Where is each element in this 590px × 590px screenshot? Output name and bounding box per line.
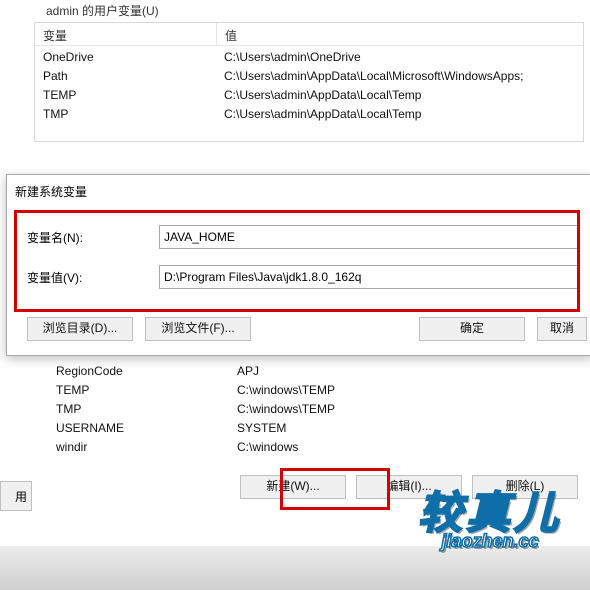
logo-cn: 较真儿 (394, 492, 586, 536)
table-row[interactable]: RegionCodeAPJ (48, 362, 568, 381)
table-row[interactable]: TEMPC:\windows\TEMP (48, 381, 568, 400)
var-name-input[interactable] (159, 225, 579, 249)
cell-name: TMP (35, 105, 216, 124)
cell-name: RegionCode (48, 362, 229, 381)
table-row[interactable]: TMPC:\windows\TEMP (48, 400, 568, 419)
cell-name: Path (35, 67, 216, 86)
cell-value: C:\Users\admin\OneDrive (216, 48, 583, 67)
new-button[interactable]: 新建(W)... (240, 475, 346, 499)
table-row[interactable]: windirC:\windows (48, 438, 568, 457)
cell-value: C:\Users\admin\AppData\Local\Temp (216, 86, 583, 105)
cell-value: C:\windows (229, 438, 568, 457)
table-row[interactable]: TEMPC:\Users\admin\AppData\Local\Temp (35, 86, 583, 105)
table-row[interactable]: TMPC:\Users\admin\AppData\Local\Temp (35, 105, 583, 124)
table-row[interactable]: OneDriveC:\Users\admin\OneDrive (35, 48, 583, 67)
table-row[interactable]: USERNAMESYSTEM (48, 419, 568, 438)
var-name-label: 变量名(N): (7, 229, 159, 246)
browse-dir-button[interactable]: 浏览目录(D)... (27, 317, 133, 341)
new-system-variable-dialog: 新建系统变量 变量名(N): 变量值(V): 浏览目录(D)... 浏览文件(F… (6, 174, 590, 356)
cancel-button[interactable]: 取消 (537, 317, 587, 341)
var-value-label: 变量值(V): (7, 269, 159, 286)
var-value-input[interactable] (159, 265, 579, 289)
cell-name: TMP (48, 400, 229, 419)
cell-name: USERNAME (48, 419, 229, 438)
browse-file-button[interactable]: 浏览文件(F)... (145, 317, 251, 341)
cell-name: TEMP (48, 381, 229, 400)
cell-name: OneDrive (35, 48, 216, 67)
cell-value: C:\windows\TEMP (229, 400, 568, 419)
user-vars-title: admin 的用户变量(U) (42, 2, 163, 19)
system-vars-body: RegionCodeAPJTEMPC:\windows\TEMPTMPC:\wi… (48, 362, 568, 457)
cell-name: TEMP (35, 86, 216, 105)
table-row[interactable]: PathC:\Users\admin\AppData\Local\Microso… (35, 67, 583, 86)
cell-value: C:\Users\admin\AppData\Local\Microsoft\W… (216, 67, 583, 86)
cell-value: SYSTEM (229, 419, 568, 438)
dialog-title: 新建系统变量 (15, 183, 87, 200)
col-name-header: 变量 (35, 23, 217, 45)
user-vars-grid: 变量 值 OneDriveC:\Users\admin\OneDrivePath… (34, 22, 584, 142)
cell-value: APJ (229, 362, 568, 381)
grid-header: 变量 值 (35, 23, 583, 46)
watermark-logo: 较真儿 jiaozhen.cc (394, 492, 586, 576)
col-value-header: 值 (217, 23, 583, 45)
cell-value: C:\Users\admin\AppData\Local\Temp (216, 105, 583, 124)
ok-button[interactable]: 确定 (419, 317, 525, 341)
apply-button-fragment[interactable]: 用 (0, 481, 32, 511)
cell-value: C:\windows\TEMP (229, 381, 568, 400)
cell-name: windir (48, 438, 229, 457)
user-vars-body: OneDriveC:\Users\admin\OneDrivePathC:\Us… (35, 46, 583, 124)
